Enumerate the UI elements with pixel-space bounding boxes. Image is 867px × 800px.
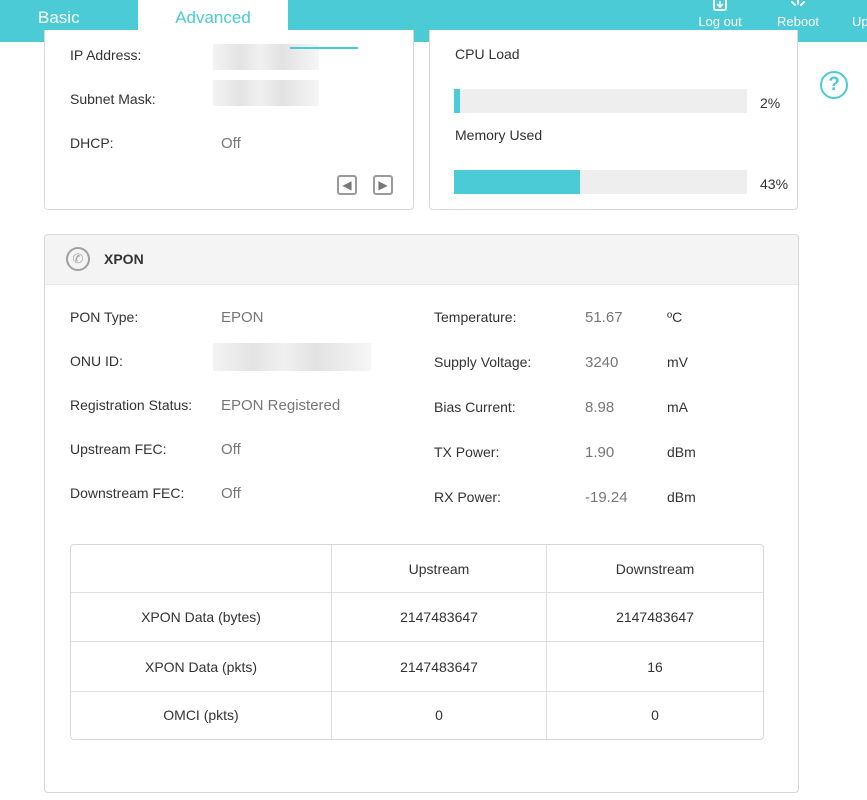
next-page-button[interactable]: ▶	[373, 175, 393, 195]
ip-underline	[290, 47, 358, 49]
tx-power-label: TX Power:	[434, 444, 500, 460]
temperature-unit: ºC	[667, 309, 683, 325]
upgrade-button[interactable]: Up	[852, 0, 867, 42]
xpon-title: XPON	[104, 251, 144, 267]
table-cell: OMCI (pkts)	[71, 690, 332, 739]
table-cell: 2147483647	[546, 592, 763, 643]
table-header-cell	[71, 545, 332, 594]
table-cell: 0	[331, 690, 547, 739]
rx-power-value: -19.24	[585, 489, 628, 506]
table-cell: 16	[546, 641, 763, 692]
table-row: XPON Data (pkts) 2147483647 16	[71, 641, 763, 692]
cpu-load-fill	[454, 89, 460, 113]
downstream-fec-label: Downstream FEC:	[70, 485, 185, 501]
bias-current-unit: mA	[667, 399, 688, 415]
pon-type-value: EPON	[221, 309, 264, 326]
xpon-header: ✆ XPON	[45, 235, 798, 285]
upgrade-label: Up	[852, 14, 867, 29]
table-header-cell: Downstream	[546, 545, 763, 594]
logout-icon	[694, 0, 746, 14]
temperature-label: Temperature:	[434, 309, 517, 325]
phone-icon: ✆	[66, 247, 90, 271]
memory-used-bar	[454, 170, 747, 194]
dhcp-value: Off	[221, 135, 241, 152]
supply-voltage-label: Supply Voltage:	[434, 354, 532, 370]
table-cell: 2147483647	[331, 641, 547, 692]
table-row: XPON Data (bytes) 2147483647 2147483647	[71, 592, 763, 643]
registration-status-label: Registration Status:	[70, 397, 193, 413]
cpu-load-label: CPU Load	[455, 46, 520, 62]
reboot-label: Reboot	[777, 14, 819, 29]
table-cell: XPON Data (bytes)	[71, 592, 332, 643]
cpu-load-percent: 2%	[760, 95, 781, 111]
table-cell: 2147483647	[331, 592, 547, 643]
reboot-icon	[774, 0, 822, 14]
table-header-row: Upstream Downstream	[71, 545, 763, 594]
tab-basic[interactable]: Basic	[38, 8, 80, 28]
registration-status-value: EPON Registered	[221, 397, 341, 414]
memory-used-percent: 43%	[760, 176, 789, 192]
onu-id-value-redacted	[213, 343, 371, 371]
cpu-load-bar	[454, 89, 747, 113]
rx-power-unit: dBm	[667, 489, 696, 505]
prev-page-button[interactable]: ◀	[337, 175, 357, 195]
logout-label: Log out	[698, 14, 742, 29]
upstream-fec-label: Upstream FEC:	[70, 441, 167, 457]
help-icon[interactable]: ?	[820, 71, 848, 99]
upstream-fec-value: Off	[221, 441, 241, 458]
memory-used-label: Memory Used	[455, 127, 543, 143]
bias-current-label: Bias Current:	[434, 399, 516, 415]
memory-used-fill	[454, 170, 580, 194]
table-cell: XPON Data (pkts)	[71, 641, 332, 692]
table-header-cell: Upstream	[331, 545, 547, 594]
ip-address-label: IP Address:	[70, 47, 142, 63]
rx-power-label: RX Power:	[434, 489, 501, 505]
supply-voltage-value: 3240	[585, 354, 619, 371]
onu-id-label: ONU ID:	[70, 353, 123, 369]
subnet-mask-label: Subnet Mask:	[70, 91, 156, 107]
table-cell: 0	[546, 690, 763, 739]
tx-power-unit: dBm	[667, 444, 696, 460]
table-row: OMCI (pkts) 0 0	[71, 690, 763, 739]
pon-type-label: PON Type:	[70, 309, 139, 325]
supply-voltage-unit: mV	[667, 354, 688, 370]
dhcp-label: DHCP:	[70, 135, 114, 151]
bias-current-value: 8.98	[585, 399, 615, 416]
subnet-mask-value-redacted	[213, 80, 319, 106]
downstream-fec-value: Off	[221, 485, 241, 502]
xpon-stats-table: Upstream Downstream XPON Data (bytes) 21…	[70, 544, 764, 740]
tx-power-value: 1.90	[585, 444, 615, 461]
temperature-value: 51.67	[585, 309, 623, 326]
